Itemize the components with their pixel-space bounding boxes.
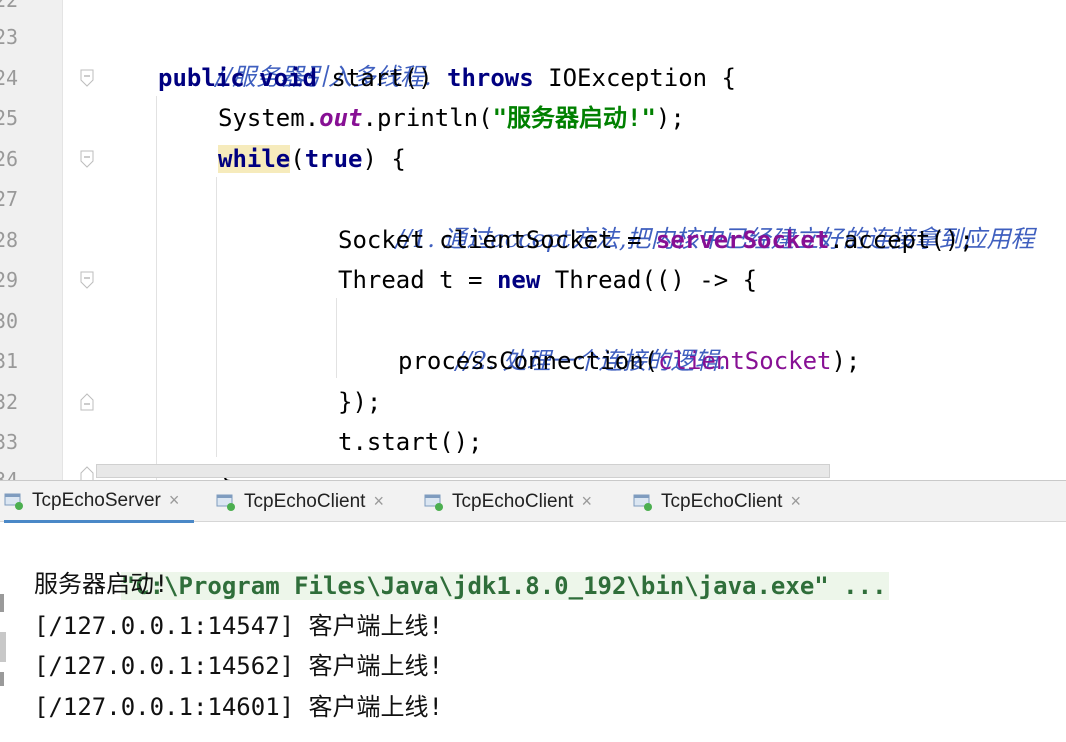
code-text: processConnection(	[398, 347, 659, 375]
line-number: 30	[0, 309, 19, 333]
line-number: 25	[0, 106, 19, 130]
code-text: Thread(() -> {	[540, 266, 758, 294]
fold-open-icon[interactable]	[80, 271, 94, 289]
run-config-icon	[424, 492, 444, 512]
code-line-26: while(true) {	[218, 139, 406, 179]
code-text: Thread t =	[338, 266, 497, 294]
tab-tcpechoclient[interactable]: TcpEchoClient ×	[216, 481, 384, 522]
indent-guide	[156, 96, 157, 480]
fold-open-icon[interactable]	[80, 150, 94, 168]
code-text: .accept();	[829, 226, 974, 254]
code-text: ) {	[362, 145, 406, 173]
console-line: [/127.0.0.1:14601] 客户端上线!	[34, 693, 443, 721]
code-text: );	[831, 347, 861, 375]
tab-tcpechoclient[interactable]: TcpEchoClient ×	[633, 481, 801, 522]
code-line-27: //1. 通过accept方法,把内核中已经建立好的连接拿到应用程	[338, 179, 1035, 253]
keyword: throws	[447, 64, 534, 92]
code-line-33: t.start();	[338, 422, 483, 462]
tab-label: TcpEchoClient	[244, 490, 366, 512]
run-config-icon	[4, 491, 24, 511]
line-number: 27	[0, 187, 19, 211]
console-command-line: "C:\Program Files\Java\jdk1.8.0_192\bin\…	[34, 526, 889, 600]
line-number-gutter: 22 23 24 25 26 27 28 29 30 31 32 33 34	[0, 0, 62, 480]
line-number: 33	[0, 430, 19, 454]
code-line-23: //服务器引入多线程.	[158, 17, 432, 91]
java-command: "C:\Program Files\Java\jdk1.8.0_192\bin\…	[120, 572, 889, 600]
close-icon[interactable]: ×	[169, 490, 180, 511]
code-text: .println(	[362, 104, 493, 132]
gutter-separator	[62, 0, 63, 480]
close-icon[interactable]: ×	[373, 491, 384, 512]
fold-open-icon[interactable]	[80, 69, 94, 87]
run-panel: TcpEchoServer × TcpEchoClient × TcpEchoC…	[0, 480, 1066, 738]
code-text: (	[290, 145, 305, 173]
static-field: out	[319, 104, 363, 132]
line-number: 28	[0, 228, 19, 252]
tab-tcpechoclient[interactable]: TcpEchoClient ×	[424, 481, 592, 522]
code-text: Socket clientSocket =	[338, 226, 656, 254]
tab-label: TcpEchoServer	[32, 489, 161, 511]
code-text: );	[655, 104, 685, 132]
string-literal: "服务器启动!"	[492, 104, 656, 132]
horizontal-scrollbar[interactable]	[96, 464, 830, 478]
code-line-32: });	[338, 382, 381, 422]
indent-guide	[216, 177, 217, 457]
code-line-29: Thread t = new Thread(() -> {	[338, 260, 757, 300]
code-line-30: //2. 处理一个连接的逻辑.	[398, 301, 726, 375]
keyword: true	[304, 145, 363, 173]
run-config-icon	[216, 492, 236, 512]
indent-guide	[336, 298, 337, 378]
line-number: 23	[0, 25, 19, 49]
close-icon[interactable]: ×	[790, 491, 801, 512]
code-text: IOException {	[533, 64, 736, 92]
code-text: });	[338, 388, 382, 416]
fold-close-icon[interactable]	[80, 466, 94, 480]
code-line-31: processConnection(clientSocket);	[398, 341, 860, 381]
keyword: void	[259, 64, 317, 92]
fold-close-icon[interactable]	[80, 393, 94, 411]
code-text: System.	[218, 104, 320, 132]
line-number: 34	[0, 468, 19, 480]
code-editor[interactable]: 22 23 24 25 26 27 28 29 30 31 32 33 34 /…	[0, 0, 1066, 480]
line-number: 26	[0, 147, 19, 171]
tab-label: TcpEchoClient	[661, 490, 783, 512]
tab-tcpechoserver[interactable]: TcpEchoServer ×	[4, 481, 194, 523]
code-text: t.start();	[338, 428, 483, 456]
code-line-28: Socket clientSocket = serverSocket.accep…	[338, 220, 974, 260]
console-line: [/127.0.0.1:14547] 客户端上线!	[34, 612, 443, 640]
run-config-icon	[633, 492, 653, 512]
code-text: start()	[316, 64, 447, 92]
code-line-24: public void start() throws IOException {	[158, 58, 736, 98]
keyword: public	[158, 64, 245, 92]
line-number: 31	[0, 349, 19, 373]
console-line: 服务器启动!	[34, 570, 169, 598]
tab-label: TcpEchoClient	[452, 490, 574, 512]
close-icon[interactable]: ×	[581, 491, 592, 512]
run-tab-bar: TcpEchoServer × TcpEchoClient × TcpEchoC…	[0, 480, 1066, 523]
field: serverSocket	[655, 226, 830, 254]
line-number: 29	[0, 268, 19, 292]
console-line: [/127.0.0.1:14562] 客户端上线!	[34, 652, 443, 680]
line-number: 32	[0, 390, 19, 414]
keyword: new	[496, 266, 541, 294]
line-number: 24	[0, 66, 19, 90]
code-line-25: System.out.println("服务器启动!");	[218, 98, 685, 138]
console-output[interactable]: "C:\Program Files\Java\jdk1.8.0_192\bin\…	[0, 522, 1066, 738]
keyword-highlighted: while	[218, 145, 291, 173]
parameter: clientSocket	[658, 347, 832, 375]
